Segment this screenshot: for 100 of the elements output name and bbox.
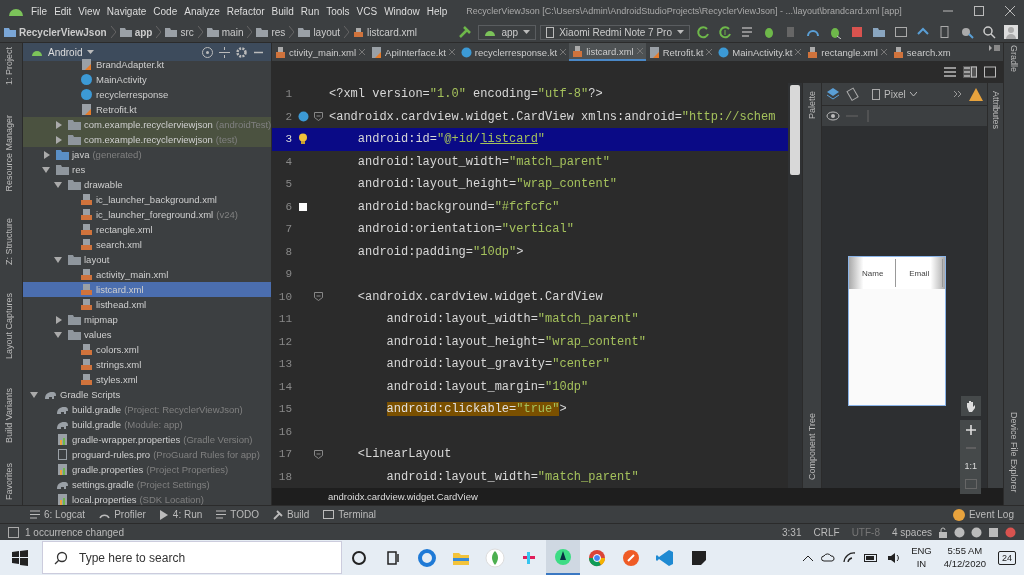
menu-item[interactable]: Help (426, 5, 448, 17)
caret-position[interactable]: 3:31 (782, 526, 802, 538)
tree-item[interactable]: com.example.recyclerviewjson (androidTest) (23, 117, 271, 132)
line-number: 17 (277, 448, 292, 461)
input-language[interactable]: ENG (911, 545, 932, 558)
device-dropdown[interactable]: Xiaomi Redmi Note 7 Pro (540, 24, 690, 40)
tree-item[interactable]: com.example.recyclerviewjson (test) (23, 132, 271, 147)
code-line: <androidx.cardview.widget.CardView (356, 289, 603, 304)
tool-window-tab[interactable]: Favorites (4, 463, 14, 500)
tool-window-button[interactable]: TODO (216, 509, 260, 520)
line-number: 14 (277, 380, 292, 393)
tree-item[interactable]: proguard-rules.pro (ProGuard Rules for app) (23, 447, 271, 462)
attributes-tab[interactable]: Attributes (990, 91, 1001, 488)
file-tab[interactable]: recyclerresponse.kt (457, 43, 570, 61)
tool-window-tab[interactable]: Device File Explorer (1009, 412, 1019, 493)
line-number: 10 (277, 290, 292, 303)
file-tab[interactable]: MainActivity.kt (715, 43, 805, 61)
menu-item[interactable]: Edit (54, 5, 72, 17)
run-config-dropdown[interactable]: app (478, 24, 537, 40)
tool-window-button[interactable]: 4: Run (159, 509, 203, 520)
tree-item[interactable]: colors.xml (23, 342, 271, 357)
breadcrumb-item[interactable]: RecyclerViewJson (4, 26, 107, 38)
tree-item[interactable]: values (23, 327, 271, 342)
tree-item[interactable]: BrandAdapter.kt (23, 57, 271, 72)
status-message: 1 occurrence changed (25, 526, 124, 538)
clock-date[interactable]: 4/12/2020 (943, 557, 986, 570)
breadcrumb-item[interactable]: layout (298, 26, 341, 38)
event-log-button[interactable]: Event Log (952, 508, 1014, 521)
tree-item[interactable]: rectangle.xml (23, 222, 271, 237)
actual-size-button[interactable]: 1:1 (964, 461, 977, 471)
file-tab[interactable]: listcard.xml (569, 43, 646, 61)
file-tab[interactable]: search.xm (889, 43, 954, 61)
menu-item[interactable]: Window (384, 5, 420, 17)
tree-item[interactable]: ic_launcher_foreground.xml (v24) (23, 207, 271, 222)
tool-window-button[interactable]: Build (273, 509, 310, 520)
code-line: android:orientation="vertical" (356, 222, 574, 237)
breadcrumb-item[interactable]: listcard.xml (353, 26, 418, 38)
tree-item[interactable]: settings.gradle (Project Settings) (23, 477, 271, 492)
tool-window-tab[interactable]: Resource Manager (4, 115, 14, 192)
tool-window-tab[interactable]: Gradle (1009, 45, 1019, 72)
file-tab[interactable]: ApiInterface.kt (368, 43, 458, 61)
tree-item[interactable]: res (23, 162, 271, 177)
menu-item[interactable]: VCS (356, 5, 378, 17)
breadcrumb-item[interactable]: main (206, 26, 244, 38)
tree-item[interactable]: Gradle Scripts (23, 387, 271, 402)
file-tab[interactable]: rectangle.xml (804, 43, 890, 61)
tool-window-tab[interactable]: Z: Structure (4, 218, 14, 265)
tree-item[interactable]: strings.xml (23, 357, 271, 372)
tree-item[interactable]: build.gradle (Module: app) (23, 417, 271, 432)
tree-item[interactable]: java (generated) (23, 147, 271, 162)
menu-item[interactable]: Refactor (226, 5, 265, 17)
menu-item[interactable]: Code (153, 5, 178, 17)
tree-item[interactable]: recyclerresponse (23, 87, 271, 102)
tree-item[interactable]: local.properties (SDK Location) (23, 492, 271, 505)
palette-tab[interactable]: Palette (807, 91, 817, 120)
device-dropdown[interactable]: Pixel (872, 88, 917, 100)
tool-window-button[interactable]: 6: Logcat (30, 509, 86, 520)
tool-window-button[interactable]: Terminal (323, 509, 377, 520)
tree-item[interactable]: Retrofit.kt (23, 102, 271, 117)
tree-item[interactable]: styles.xml (23, 372, 271, 387)
indent-setting[interactable]: 4 spaces (891, 526, 932, 538)
line-number: 6 (284, 200, 292, 213)
tree-item[interactable]: listhead.xml (23, 297, 271, 312)
menu-item[interactable]: Build (271, 5, 294, 17)
tree-item[interactable]: build.gradle (Project: RecyclerViewJson) (23, 402, 271, 417)
view-dropdown[interactable]: Android (31, 46, 95, 58)
tree-item[interactable]: gradle-wrapper.properties (Gradle Version) (23, 432, 271, 447)
component-tree-tab[interactable]: Component Tree (807, 412, 817, 480)
tree-item[interactable]: mipmap (23, 312, 271, 327)
tool-window-button[interactable]: Profiler (99, 509, 146, 520)
code-line: android:layout_width="match_parent" (385, 312, 639, 327)
input-region[interactable]: IN (916, 557, 927, 570)
menu-item[interactable]: Analyze (184, 5, 220, 17)
tree-item[interactable]: ic_launcher_background.xml (23, 192, 271, 207)
breadcrumb-item[interactable]: app (119, 26, 153, 38)
file-tab[interactable]: Retrofit.kt (645, 43, 716, 61)
tree-item[interactable]: drawable (23, 177, 271, 192)
notification-badge[interactable]: 24 (998, 550, 1016, 565)
tree-item[interactable]: MainActivity (23, 72, 271, 87)
file-tab[interactable]: ctivity_main.xml (272, 43, 369, 61)
line-number: 12 (277, 335, 292, 348)
tree-item[interactable]: search.xml (23, 237, 271, 252)
menu-item[interactable]: Tools (326, 5, 350, 17)
element-breadcrumb[interactable]: androidx.cardview.widget.CardView (328, 491, 478, 502)
tree-item[interactable]: gradle.properties (Project Properties) (23, 462, 271, 477)
breadcrumb-item[interactable]: res (256, 26, 286, 38)
tool-window-tab[interactable]: Build Variants (4, 388, 14, 443)
menu-item[interactable]: File (31, 5, 48, 17)
menu-item[interactable]: View (78, 5, 100, 17)
menu-item[interactable]: Run (300, 5, 320, 17)
tree-item[interactable]: layout (23, 252, 271, 267)
code-line: <androidx.cardview.widget.CardView xmlns:android="http://schem (328, 109, 776, 124)
tool-window-tab[interactable]: 1: Project (4, 47, 14, 86)
clock-time[interactable]: 5:55 AM (947, 545, 983, 558)
tool-window-tab[interactable]: Layout Captures (4, 293, 14, 360)
menu-item[interactable]: Navigate (106, 5, 147, 17)
line-separator[interactable]: CRLF (813, 526, 840, 538)
tree-item[interactable]: activity_main.xml (23, 267, 271, 282)
breadcrumb-item[interactable]: src (165, 26, 194, 38)
search-field[interactable]: Type here to search (42, 541, 342, 574)
